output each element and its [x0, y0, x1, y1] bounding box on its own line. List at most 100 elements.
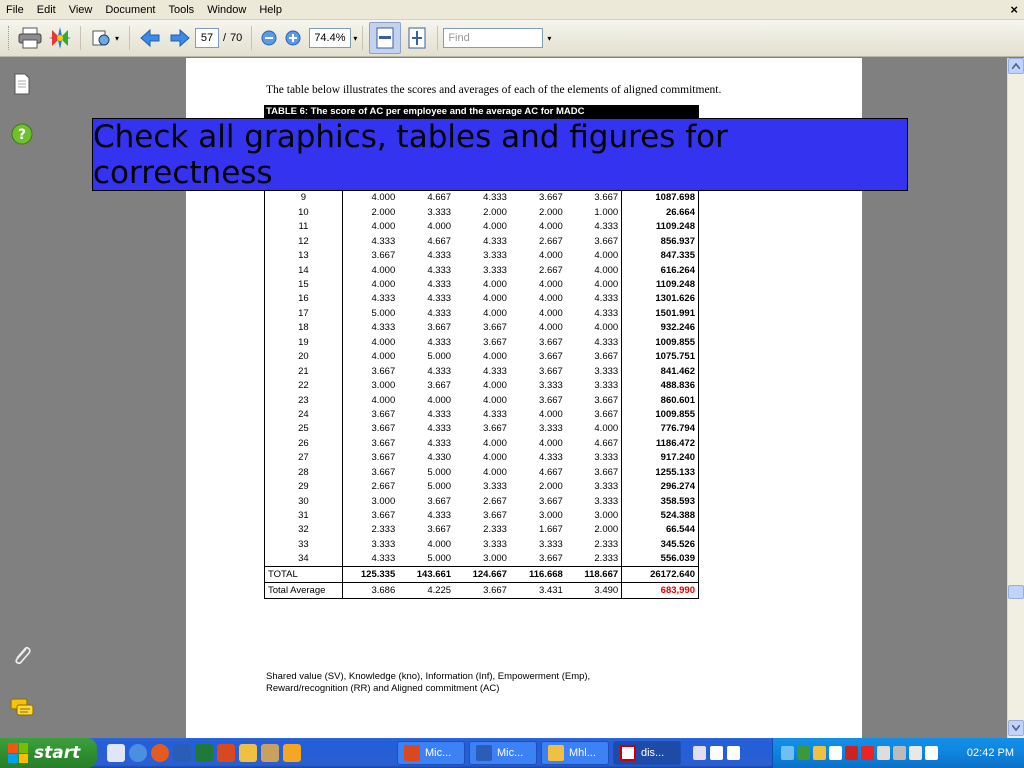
start-button[interactable]: start: [0, 738, 97, 768]
quicklaunch-app-icon[interactable]: [107, 744, 125, 762]
table-cell: 4.333: [427, 293, 452, 305]
norton-icon[interactable]: [861, 746, 874, 760]
attachments-button[interactable]: [10, 644, 34, 668]
zoom-level-select[interactable]: 74.4%: [309, 28, 352, 48]
usb-icon[interactable]: [893, 746, 906, 760]
scroll-down-button[interactable]: [1008, 720, 1024, 736]
scroll-thumb[interactable]: [1008, 585, 1024, 599]
browser-icon[interactable]: [151, 744, 169, 762]
comments-button[interactable]: [10, 696, 34, 720]
table-cell: 4.333: [565, 292, 623, 307]
menu-edit[interactable]: Edit: [31, 0, 63, 20]
taskbar-folder[interactable]: Mhl...: [541, 741, 609, 765]
table-cell: 3.667: [427, 495, 452, 507]
table-cell: 4.000: [371, 336, 396, 348]
menu-tools[interactable]: Tools: [163, 0, 202, 20]
print-button[interactable]: [16, 24, 44, 52]
clock: 02:42 PM: [966, 747, 1014, 759]
vertical-scrollbar[interactable]: [1007, 58, 1024, 738]
toolbar-separator: [129, 26, 130, 50]
zoom-out-button[interactable]: [258, 24, 280, 52]
table-cell: 847.335: [621, 248, 699, 264]
zoom-dropdown-icon[interactable]: ▾: [353, 34, 357, 43]
find-dropdown-icon[interactable]: ▾: [547, 34, 551, 43]
table-cell: 3.490: [565, 582, 623, 600]
menu-file[interactable]: File: [0, 0, 31, 20]
table-cell: 15: [264, 277, 343, 293]
display-icon[interactable]: [829, 746, 842, 760]
table-cell: 4.333: [427, 437, 452, 449]
taskbar-powerpoint[interactable]: Mic...: [397, 741, 465, 765]
organizer-button[interactable]: [46, 24, 74, 52]
help-button[interactable]: ?: [10, 122, 34, 146]
table-row: 33 3.333 4.000 3.333 3.333 2.333 345.526: [264, 537, 699, 553]
table-cell: 3.667: [539, 553, 563, 565]
table-cell: 9: [264, 191, 343, 206]
menu-window[interactable]: Window: [201, 0, 253, 20]
help-icon: ?: [11, 123, 33, 145]
search-document-button[interactable]: ▾: [87, 24, 123, 52]
word-icon[interactable]: [173, 744, 191, 762]
taskbar-acrobat[interactable]: dis...: [613, 741, 681, 765]
zoom-in-button[interactable]: [282, 24, 304, 52]
fit-page-button[interactable]: [403, 24, 431, 52]
pages-panel-button[interactable]: [10, 72, 34, 96]
table-cell: 16: [264, 292, 343, 307]
media-icon[interactable]: [261, 744, 279, 762]
table-cell: 3.333: [565, 364, 623, 379]
excel-icon[interactable]: [195, 744, 213, 762]
folder-icon[interactable]: [239, 744, 257, 762]
table-cell: 3.667: [371, 510, 396, 522]
table-cell: 4.330: [427, 452, 452, 464]
close-document-icon[interactable]: ×: [1010, 2, 1018, 17]
menu-document[interactable]: Document: [99, 0, 162, 20]
folder-icon[interactable]: [813, 746, 826, 760]
pen-icon[interactable]: [693, 746, 706, 760]
table-cell: 4.000: [371, 221, 396, 233]
table-cell: 3.667: [539, 365, 563, 377]
table-cell: 5.000: [427, 351, 452, 363]
page-number-input[interactable]: 57: [195, 28, 219, 48]
connection-icon[interactable]: [877, 746, 890, 760]
table-cell: 4.667: [427, 192, 452, 204]
volume-icon[interactable]: [909, 746, 922, 760]
system-tray: 02:42 PM: [772, 738, 1024, 768]
table-cell: 3.667: [371, 452, 396, 464]
table-cell: 3.000: [565, 508, 623, 524]
table-cell: 1186.472: [621, 436, 699, 452]
table-cell: 3.667: [565, 407, 623, 423]
clock-app-icon[interactable]: [283, 744, 301, 762]
table-row: 24 3.667 4.333 4.333 4.000 3.667 1009.855: [264, 407, 699, 423]
table-cell: 4.000: [539, 293, 563, 305]
table-cell: 21: [264, 364, 343, 379]
security-icon[interactable]: [797, 746, 810, 760]
table-cell: 2.667: [539, 235, 563, 247]
menu-view[interactable]: View: [63, 0, 100, 20]
monitor-icon[interactable]: [925, 746, 938, 760]
taskbar-word[interactable]: Mic...: [469, 741, 537, 765]
table-cell: 4.000: [483, 293, 507, 305]
table-cell: 26.664: [621, 205, 699, 221]
internet-explorer-icon[interactable]: [129, 744, 147, 762]
table-cell: 22: [264, 378, 343, 394]
keyboard-icon[interactable]: [710, 746, 723, 760]
network-icon[interactable]: [781, 746, 794, 760]
table-cell: 3.667: [371, 365, 396, 377]
page-separator: /: [223, 32, 227, 44]
powerpoint-icon[interactable]: [217, 744, 235, 762]
find-input[interactable]: Find: [443, 28, 544, 48]
table-cell: 4.333: [371, 235, 396, 247]
scroll-up-button[interactable]: [1008, 58, 1024, 74]
toolbar-grip[interactable]: [8, 26, 11, 50]
antivirus-icon[interactable]: [845, 746, 858, 760]
table-cell: 2.333: [565, 537, 623, 553]
table-row: 19 4.000 4.333 3.667 3.667 4.333 1009.855: [264, 335, 699, 350]
table-cell: 4.000: [539, 279, 563, 291]
fit-width-button[interactable]: [369, 22, 402, 54]
previous-page-button[interactable]: [136, 24, 164, 52]
help-icon[interactable]: [727, 746, 740, 760]
next-page-button[interactable]: [166, 24, 194, 52]
menu-help[interactable]: Help: [253, 0, 289, 20]
pdf-icon: [620, 745, 636, 761]
table-cell: 2.000: [539, 481, 563, 493]
